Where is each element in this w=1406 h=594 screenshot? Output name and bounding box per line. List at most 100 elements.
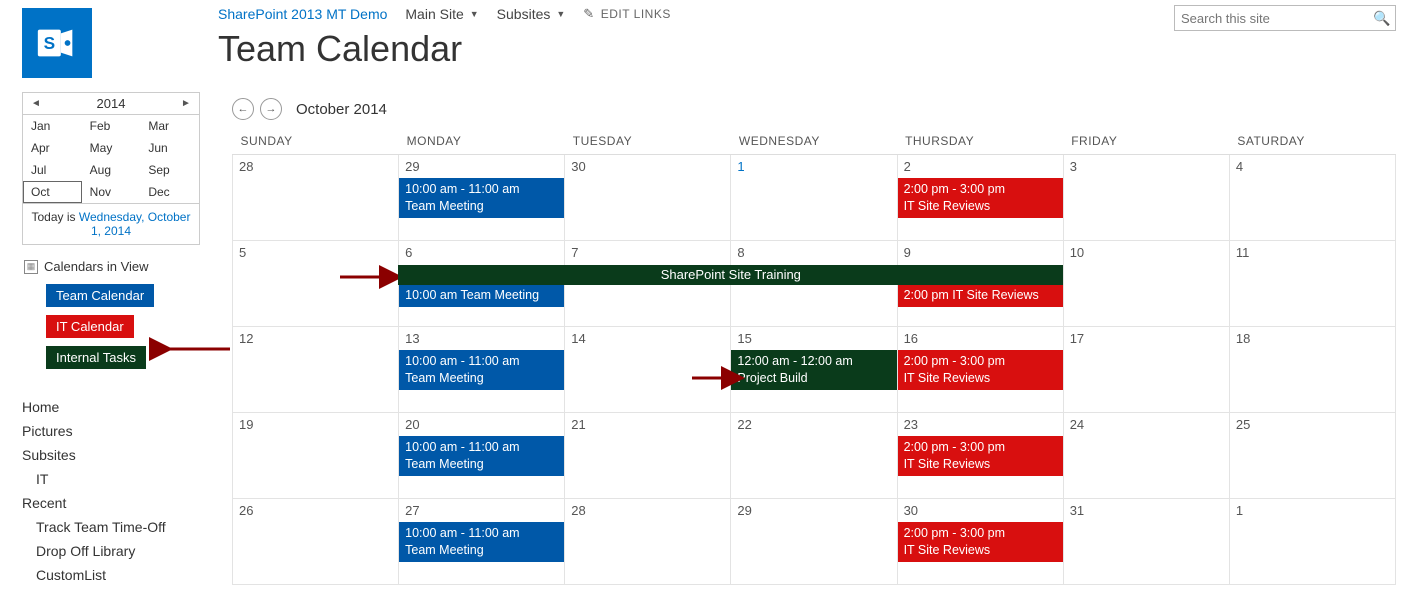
calendar-event[interactable]: 2:00 pm - 3:00 pmIT Site Reviews [898, 178, 1063, 218]
search-input[interactable] [1175, 7, 1369, 30]
calendar-cell[interactable]: 2010:00 am - 11:00 amTeam Meeting [399, 413, 565, 499]
search-icon[interactable]: 🔍 [1369, 10, 1395, 27]
today-date-link[interactable]: Wednesday, October 1, 2014 [79, 210, 191, 238]
quicklaunch-link[interactable]: Recent [22, 491, 200, 515]
day-number: 28 [565, 499, 730, 522]
calendar-cell[interactable]: 232:00 pm - 3:00 pmIT Site Reviews [897, 413, 1063, 499]
calendar-cell[interactable]: 24 [1063, 413, 1229, 499]
mini-cal-month[interactable]: Oct [23, 181, 82, 203]
day-number: 30 [565, 155, 730, 178]
day-number: 16 [898, 327, 1063, 350]
calendar-cell[interactable]: 22 [731, 413, 897, 499]
sharepoint-logo[interactable]: S [22, 8, 92, 78]
calendar-day-header: SUNDAY [233, 128, 399, 155]
day-number: 10 [1064, 241, 1229, 264]
site-title-link[interactable]: SharePoint 2013 MT Demo [218, 6, 387, 22]
calendar-event[interactable]: 10:00 am - 11:00 amTeam Meeting [399, 350, 564, 390]
calendar-cell[interactable]: 1512:00 am - 12:00 amProject Build [731, 327, 897, 413]
calendar-overlay-toggle[interactable]: IT Calendar [46, 315, 134, 338]
mini-cal-month[interactable]: Aug [82, 159, 141, 181]
day-number: 7 [565, 241, 730, 264]
day-number: 24 [1064, 413, 1229, 436]
day-number: 12 [233, 327, 398, 350]
quicklaunch-link[interactable]: Drop Off Library [22, 539, 200, 563]
quicklaunch-link[interactable]: Track Team Time-Off [22, 515, 200, 539]
prev-year-button[interactable]: ◄ [29, 97, 43, 111]
calendar-cell[interactable]: 26 [233, 499, 399, 585]
nav-main-site[interactable]: Main Site▼ [405, 6, 478, 22]
prev-month-button[interactable]: ← [232, 98, 254, 120]
calendar-event[interactable]: 2:00 pm IT Site Reviews [898, 284, 1063, 307]
calendar-overlay-toggle[interactable]: Team Calendar [46, 284, 154, 307]
quicklaunch-link[interactable]: Subsites [22, 443, 200, 467]
calendar-overlay-toggle[interactable]: Internal Tasks [46, 346, 146, 369]
calendar-event[interactable]: 10:00 am - 11:00 amTeam Meeting [399, 178, 564, 218]
calendar-cell[interactable]: 21 [565, 413, 731, 499]
calendar-cell[interactable]: 5 [233, 241, 399, 327]
calendar-cell[interactable]: 18 [1229, 327, 1395, 413]
calendar-day-header: THURSDAY [897, 128, 1063, 155]
calendar-cell[interactable]: 2910:00 am - 11:00 amTeam Meeting [399, 155, 565, 241]
calendar-cell[interactable]: 12 [233, 327, 399, 413]
calendar-cell[interactable]: 29 [731, 499, 897, 585]
edit-links-button[interactable]: ✎EDIT LINKS [583, 6, 671, 22]
quicklaunch-link[interactable]: IT [22, 467, 200, 491]
mini-cal-month[interactable]: Apr [23, 137, 82, 159]
calendar-cell[interactable]: 302:00 pm - 3:00 pmIT Site Reviews [897, 499, 1063, 585]
calendar-cell[interactable]: 2710:00 am - 11:00 amTeam Meeting [399, 499, 565, 585]
pencil-icon: ✎ [583, 6, 594, 22]
calendar-cell[interactable]: 162:00 pm - 3:00 pmIT Site Reviews [897, 327, 1063, 413]
day-number: 27 [399, 499, 564, 522]
calendar-cell[interactable]: 11 [1229, 241, 1395, 327]
calendar-event[interactable]: 2:00 pm - 3:00 pmIT Site Reviews [898, 350, 1063, 390]
calendar-grid: SUNDAYMONDAYTUESDAYWEDNESDAYTHURSDAYFRID… [232, 128, 1396, 585]
calendar-cell[interactable]: 28 [233, 155, 399, 241]
calendar-event[interactable]: 12:00 am - 12:00 amProject Build [731, 350, 896, 390]
day-number: 8 [731, 241, 896, 264]
calendar-event[interactable]: 2:00 pm - 3:00 pmIT Site Reviews [898, 522, 1063, 562]
calendar-cell[interactable]: 3 [1063, 155, 1229, 241]
quicklaunch-link[interactable]: CustomList [22, 563, 200, 587]
calendar-cell[interactable]: 17 [1063, 327, 1229, 413]
calendar-event[interactable]: 10:00 am - 11:00 amTeam Meeting [399, 522, 564, 562]
calendar-event[interactable]: 10:00 am Team Meeting [399, 284, 564, 307]
mini-cal-month[interactable]: Jun [140, 137, 199, 159]
mini-cal-month[interactable]: Sep [140, 159, 199, 181]
calendar-cell[interactable]: 1 [1229, 499, 1395, 585]
search-box: 🔍 [1174, 5, 1396, 31]
calendar-cell[interactable]: 4 [1229, 155, 1395, 241]
next-month-button[interactable]: → [260, 98, 282, 120]
calendar-event-spanning[interactable]: SharePoint Site Training [398, 265, 1063, 285]
next-year-button[interactable]: ► [179, 97, 193, 111]
quicklaunch-link[interactable]: Pictures [22, 419, 200, 443]
mini-cal-month[interactable]: Mar [140, 115, 199, 137]
calendar-cell[interactable]: 1310:00 am - 11:00 amTeam Meeting [399, 327, 565, 413]
calendar-cell[interactable]: 28 [565, 499, 731, 585]
calendar-cell[interactable]: 1 [731, 155, 897, 241]
day-number: 1 [731, 155, 896, 178]
mini-cal-month[interactable]: Jan [23, 115, 82, 137]
quicklaunch-link[interactable]: Home [22, 395, 200, 419]
mini-cal-month[interactable]: Nov [82, 181, 141, 203]
day-number: 9 [898, 241, 1063, 264]
mini-cal-year: 2014 [97, 96, 126, 111]
calendar-day-header: WEDNESDAY [731, 128, 897, 155]
calendar-cell[interactable]: 31 [1063, 499, 1229, 585]
mini-cal-month[interactable]: Dec [140, 181, 199, 203]
calendar-cell[interactable]: 25 [1229, 413, 1395, 499]
day-number: 29 [731, 499, 896, 522]
nav-subsites[interactable]: Subsites▼ [497, 6, 566, 22]
mini-cal-month[interactable]: Feb [82, 115, 141, 137]
mini-cal-month[interactable]: Jul [23, 159, 82, 181]
calendar-cell[interactable]: 30 [565, 155, 731, 241]
calendar-cell[interactable]: 14 [565, 327, 731, 413]
day-number: 13 [399, 327, 564, 350]
calendar-cell[interactable]: 19 [233, 413, 399, 499]
mini-cal-month[interactable]: May [82, 137, 141, 159]
page-title: Team Calendar [218, 28, 462, 70]
calendar-cell[interactable]: 10 [1063, 241, 1229, 327]
calendar-event[interactable]: 10:00 am - 11:00 amTeam Meeting [399, 436, 564, 476]
calendar-cell[interactable]: 22:00 pm - 3:00 pmIT Site Reviews [897, 155, 1063, 241]
calendar-event[interactable]: 2:00 pm - 3:00 pmIT Site Reviews [898, 436, 1063, 476]
day-number: 22 [731, 413, 896, 436]
